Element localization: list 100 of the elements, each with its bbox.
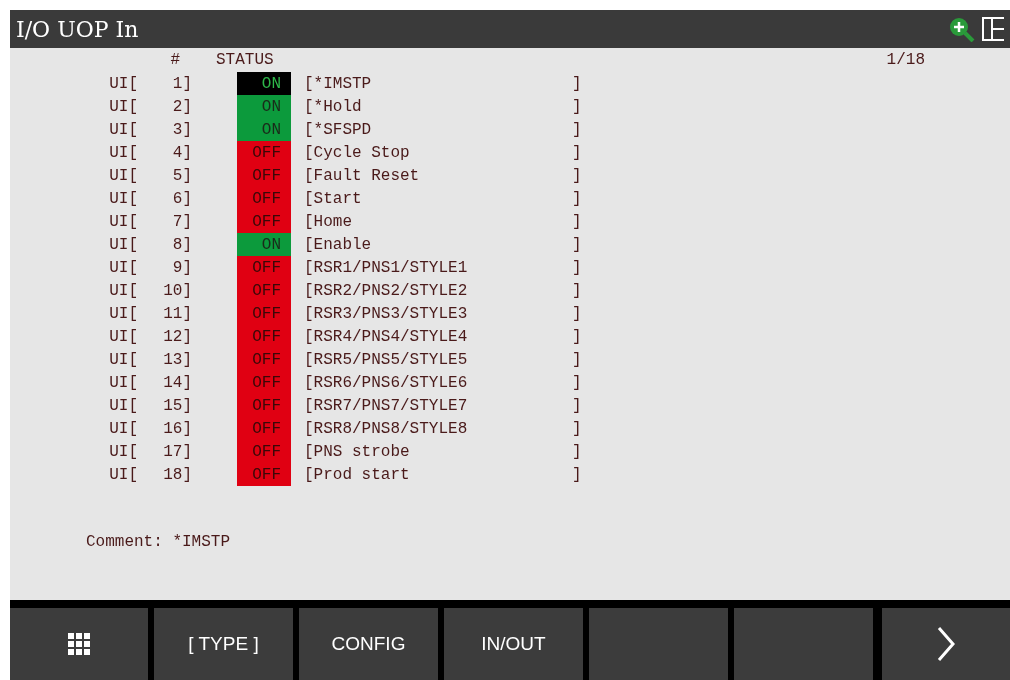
label-bracket: ] bbox=[572, 464, 582, 486]
signal-label: [PNS strobe bbox=[304, 441, 411, 463]
row-index: 9] bbox=[171, 257, 192, 279]
signal-label: [RSR7/PNS7/STYLE7 bbox=[304, 395, 469, 417]
status-cell[interactable]: OFF bbox=[237, 141, 291, 164]
row-prefix: UI[ bbox=[108, 165, 138, 187]
row-index: 3] bbox=[171, 119, 192, 141]
row-index: 12] bbox=[162, 326, 192, 348]
signal-label: [*IMSTP bbox=[304, 73, 373, 95]
row-prefix: UI[ bbox=[108, 96, 138, 118]
row-index: 16] bbox=[162, 418, 192, 440]
function-key[interactable]: IN/OUT bbox=[444, 608, 583, 680]
signal-label: [*SFSPD bbox=[304, 119, 373, 141]
signal-label: [RSR8/PNS8/STYLE8 bbox=[304, 418, 469, 440]
row-prefix: UI[ bbox=[108, 349, 138, 371]
grid-icon bbox=[68, 633, 90, 655]
signal-label: [Cycle Stop bbox=[304, 142, 411, 164]
row-index: 11] bbox=[162, 303, 192, 325]
label-bracket: ] bbox=[572, 119, 582, 141]
signal-label: [Prod start bbox=[304, 464, 411, 486]
label-bracket: ] bbox=[572, 96, 582, 118]
label-bracket: ] bbox=[572, 211, 582, 233]
label-bracket: ] bbox=[572, 142, 582, 164]
status-cell[interactable]: ON bbox=[237, 72, 291, 95]
row-prefix: UI[ bbox=[108, 372, 138, 394]
row-prefix: UI[ bbox=[108, 142, 138, 164]
signal-label: [*Hold bbox=[304, 96, 363, 118]
label-bracket: ] bbox=[572, 280, 582, 302]
row-prefix: UI[ bbox=[108, 119, 138, 141]
status-cell[interactable]: OFF bbox=[237, 348, 291, 371]
label-bracket: ] bbox=[572, 257, 582, 279]
status-cell[interactable]: OFF bbox=[237, 256, 291, 279]
row-prefix: UI[ bbox=[108, 280, 138, 302]
row-prefix: UI[ bbox=[108, 211, 138, 233]
label-bracket: ] bbox=[572, 418, 582, 440]
row-index: 15] bbox=[162, 395, 192, 417]
chevron-right-icon bbox=[936, 626, 956, 662]
row-prefix: UI[ bbox=[108, 395, 138, 417]
status-cell[interactable]: ON bbox=[237, 233, 291, 256]
status-cell[interactable]: OFF bbox=[237, 371, 291, 394]
status-cell[interactable]: ON bbox=[237, 118, 291, 141]
status-cell[interactable]: OFF bbox=[237, 394, 291, 417]
signal-label: [RSR2/PNS2/STYLE2 bbox=[304, 280, 469, 302]
status-cell[interactable]: OFF bbox=[237, 440, 291, 463]
status-cell[interactable]: OFF bbox=[237, 279, 291, 302]
row-index: 1] bbox=[171, 73, 192, 95]
label-bracket: ] bbox=[572, 73, 582, 95]
label-bracket: ] bbox=[572, 165, 582, 187]
status-cell[interactable]: OFF bbox=[237, 325, 291, 348]
row-prefix: UI[ bbox=[108, 441, 138, 463]
window-title: I/O UOP In bbox=[16, 15, 139, 44]
column-header: # bbox=[169, 50, 180, 71]
row-index: 13] bbox=[162, 349, 192, 371]
menu-button[interactable] bbox=[10, 608, 148, 680]
signal-label: [RSR4/PNS4/STYLE4 bbox=[304, 326, 469, 348]
label-bracket: ] bbox=[572, 349, 582, 371]
status-cell[interactable]: ON bbox=[237, 95, 291, 118]
row-index: 6] bbox=[171, 188, 192, 210]
status-cell[interactable]: OFF bbox=[237, 164, 291, 187]
row-index: 5] bbox=[171, 165, 192, 187]
column-header: STATUS bbox=[216, 50, 274, 71]
label-bracket: ] bbox=[572, 303, 582, 325]
page-indicator: 1/18 bbox=[886, 50, 925, 71]
signal-label: [RSR6/PNS6/STYLE6 bbox=[304, 372, 469, 394]
signal-label: [Start bbox=[304, 188, 363, 210]
label-bracket: ] bbox=[572, 441, 582, 463]
row-prefix: UI[ bbox=[108, 418, 138, 440]
status-cell[interactable]: OFF bbox=[237, 463, 291, 486]
split-view-icon[interactable] bbox=[982, 17, 1004, 41]
row-index: 4] bbox=[171, 142, 192, 164]
row-prefix: UI[ bbox=[108, 326, 138, 348]
label-bracket: ] bbox=[572, 326, 582, 348]
label-bracket: ] bbox=[572, 188, 582, 210]
row-index: 7] bbox=[171, 211, 192, 233]
row-index: 17] bbox=[162, 441, 192, 463]
status-cell[interactable]: OFF bbox=[237, 187, 291, 210]
signal-label: [Fault Reset bbox=[304, 165, 421, 187]
row-prefix: UI[ bbox=[108, 73, 138, 95]
row-index: 18] bbox=[162, 464, 192, 486]
label-bracket: ] bbox=[572, 395, 582, 417]
row-prefix: UI[ bbox=[108, 188, 138, 210]
signal-label: [RSR1/PNS1/STYLE1 bbox=[304, 257, 469, 279]
status-cell[interactable]: OFF bbox=[237, 417, 291, 440]
signal-label: [RSR5/PNS5/STYLE5 bbox=[304, 349, 469, 371]
comment-text: Comment: *IMSTP bbox=[86, 532, 231, 553]
row-index: 2] bbox=[171, 96, 192, 118]
function-key[interactable]: CONFIG bbox=[299, 608, 438, 680]
signal-label: [RSR3/PNS3/STYLE3 bbox=[304, 303, 469, 325]
function-key[interactable]: [ TYPE ] bbox=[154, 608, 293, 680]
status-cell[interactable]: OFF bbox=[237, 210, 291, 233]
label-bracket: ] bbox=[572, 234, 582, 256]
row-prefix: UI[ bbox=[108, 257, 138, 279]
row-prefix: UI[ bbox=[108, 234, 138, 256]
zoom-in-icon[interactable] bbox=[948, 16, 976, 42]
signal-label: [Enable bbox=[304, 234, 373, 256]
status-cell[interactable]: OFF bbox=[237, 302, 291, 325]
row-prefix: UI[ bbox=[108, 464, 138, 486]
row-prefix: UI[ bbox=[108, 303, 138, 325]
row-index: 10] bbox=[162, 280, 192, 302]
row-index: 8] bbox=[171, 234, 192, 256]
